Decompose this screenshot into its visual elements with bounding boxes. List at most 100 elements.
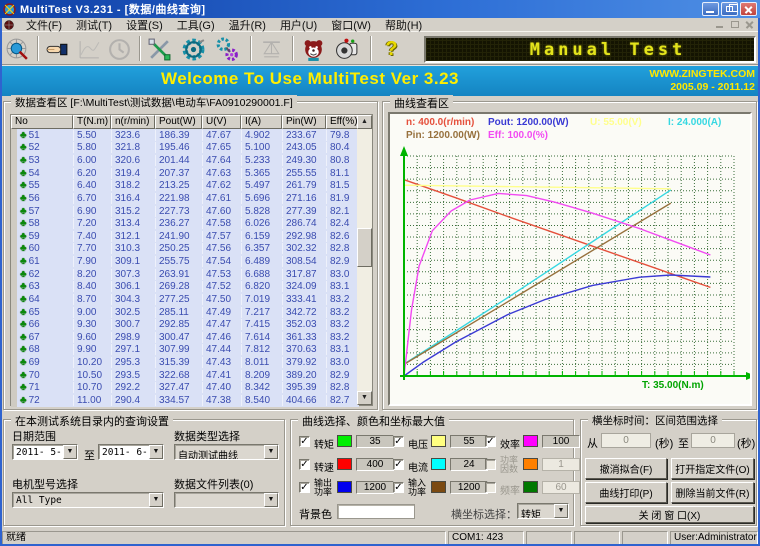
clock-icon[interactable] [104,35,135,63]
column-header-I(A)[interactable]: I(A) [241,115,282,129]
date-from-picker[interactable]: 2011- 5- 4▼ [12,444,78,460]
column-header-Pout(W)[interactable]: Pout(W) [155,115,202,129]
dropdown-arrow-icon[interactable]: ▼ [264,493,278,507]
menu-item-0[interactable]: 文件(F) [19,17,69,33]
menu-item-7[interactable]: 帮助(H) [378,17,429,33]
column-header-No[interactable]: No [11,115,73,129]
dropdown-arrow-icon[interactable]: ▼ [554,504,568,518]
motor-model-select[interactable]: All Type▼ [12,492,164,508]
color-swatch-转矩[interactable] [337,435,352,447]
close-button[interactable] [740,2,757,16]
table-row[interactable]: ♣689.90297.1307.9947.447.812370.6383.1 [11,344,359,357]
alarm-camera-icon[interactable] [332,35,363,63]
x-axis-select[interactable]: 转矩▼ [517,503,569,519]
color-swatch-电流[interactable] [431,458,446,470]
checkbox-电流[interactable]: ✓ [393,459,404,470]
checkbox-频率[interactable] [485,482,496,493]
dropdown-arrow-icon[interactable]: ▼ [264,445,278,459]
table-row[interactable]: ♣597.40312.1241.9047.576.159292.9882.6 [11,230,359,243]
to-input[interactable]: 0 [691,433,735,448]
menu-item-4[interactable]: 温升(R) [222,17,273,33]
checkbox-转矩[interactable]: ✓ [299,436,310,447]
menu-item-2[interactable]: 设置(S) [119,17,170,33]
data-type-select[interactable]: 自动测试曲线▼ [174,444,279,460]
color-swatch-输入功率[interactable] [431,481,446,493]
column-header-U(V)[interactable]: U(V) [202,115,241,129]
transmission-icon[interactable] [212,35,243,63]
dropdown-arrow-icon[interactable]: ▼ [149,445,163,459]
print-curve-button[interactable]: 曲线打印(P) [585,482,667,503]
max-value-效率[interactable]: 100 [542,435,580,448]
table-row[interactable]: ♣566.70316.4221.9847.615.696271.1681.9 [11,192,359,205]
checkbox-功率因数[interactable] [485,459,496,470]
table-row[interactable]: ♣556.40318.2213.2547.625.497261.7981.5 [11,180,359,193]
menu-item-5[interactable]: 用户(U) [273,17,324,33]
checkbox-电压[interactable]: ✓ [393,436,404,447]
max-value-功率因数[interactable]: 1 [542,458,580,471]
table-row[interactable]: ♣659.00302.5285.1147.497.217342.7283.2 [11,306,359,319]
color-swatch-电压[interactable] [431,435,446,447]
color-swatch-频率[interactable] [523,481,538,493]
delete-file-button[interactable]: 删除当前文件(R) [671,482,754,503]
scrollbar-thumb[interactable] [357,228,372,267]
max-value-输出功率[interactable]: 1200 [356,481,394,494]
child-close-button[interactable] [744,19,756,30]
table-row[interactable]: ♣7010.50293.5322.6847.418.209389.2082.9 [11,369,359,382]
color-swatch-效率[interactable] [523,435,538,447]
table-row[interactable]: ♣628.20307.3263.9147.536.688317.8783.0 [11,268,359,281]
dropdown-arrow-icon[interactable]: ▼ [149,493,163,507]
title-bar[interactable]: MultiTest V3.231 - [数据/曲线查询] [0,0,760,18]
dropdown-arrow-icon[interactable]: ▼ [63,445,77,459]
open-file-button[interactable]: 打开指定文件(O) [671,458,754,479]
table-scrollbar[interactable] [357,129,372,405]
table-row[interactable]: ♣525.80321.8195.4647.655.100243.0580.4 [11,142,359,155]
minimize-button[interactable] [702,2,719,16]
menu-item-6[interactable]: 窗口(W) [324,17,378,33]
help-icon[interactable]: ? [376,35,407,63]
curve-view-icon[interactable] [74,35,105,63]
child-minimize-button[interactable] [714,19,726,30]
column-header-T(N.m)[interactable]: T(N.m) [73,115,111,129]
query-icon[interactable] [2,35,33,63]
table-row[interactable]: ♣546.20319.4207.3747.635.365255.5581.1 [11,167,359,180]
column-header-Pin(W)[interactable]: Pin(W) [282,115,326,129]
color-swatch-功率因数[interactable] [523,458,538,470]
max-value-输入功率[interactable]: 1200 [450,481,488,494]
max-value-转矩[interactable]: 35 [356,435,394,448]
table-row[interactable]: ♣7211.00290.4334.5747.388.540404.6682.7 [11,394,359,407]
close-window-button[interactable]: 关 闭 窗 口(X) [585,506,754,523]
max-value-频率[interactable]: 60 [542,481,580,494]
menu-item-3[interactable]: 工具(G) [170,17,222,33]
checkbox-输入功率[interactable]: ✓ [393,482,404,493]
table-row[interactable]: ♣515.50323.6186.3947.674.902233.6779.8 [11,129,359,142]
max-value-电压[interactable]: 55 [450,435,488,448]
column-header-n(r/min)[interactable]: n(r/min) [111,115,155,129]
table-row[interactable]: ♣576.90315.2227.7347.605.828277.3982.1 [11,205,359,218]
from-input[interactable]: 0 [601,433,651,448]
file-list-select[interactable]: ▼ [174,492,279,508]
table-row[interactable]: ♣6910.20295.3315.3947.438.011379.9283.0 [11,356,359,369]
manual-test-hand-icon[interactable] [42,35,73,63]
checkbox-输出功率[interactable]: ✓ [299,482,310,493]
tools-icon[interactable] [144,35,175,63]
table-row[interactable]: ♣587.20313.4236.2747.586.026286.7482.4 [11,217,359,230]
checkbox-转速[interactable]: ✓ [299,459,310,470]
scroll-down-button[interactable]: ▼ [357,391,372,405]
table-row[interactable]: ♣638.40306.1269.2847.526.820324.0983.1 [11,281,359,294]
bg-color-swatch[interactable] [337,504,415,519]
color-swatch-输出功率[interactable] [337,481,352,493]
settings-gear-icon[interactable] [178,35,209,63]
user-bear-icon[interactable] [298,35,329,63]
max-value-转速[interactable]: 400 [356,458,394,471]
undo-fit-button[interactable]: 撤消拟合(F) [585,458,667,479]
restore-button[interactable] [721,2,738,16]
column-header-Eff(%)[interactable]: Eff(%) [326,115,359,129]
table-row[interactable]: ♣607.70310.3250.2547.566.357302.3282.8 [11,243,359,256]
table-row[interactable]: ♣536.00320.6201.4447.645.233249.3080.8 [11,154,359,167]
max-value-电流[interactable]: 24 [450,458,488,471]
scroll-up-button[interactable]: ▲ [357,115,372,129]
child-restore-button[interactable] [729,19,741,30]
table-row[interactable]: ♣679.60298.9300.4747.467.614361.3383.2 [11,331,359,344]
table-row[interactable]: ♣617.90309.1255.7547.546.489308.5482.9 [11,255,359,268]
table-row[interactable]: ♣7110.70292.2327.4747.408.342395.3982.8 [11,382,359,395]
